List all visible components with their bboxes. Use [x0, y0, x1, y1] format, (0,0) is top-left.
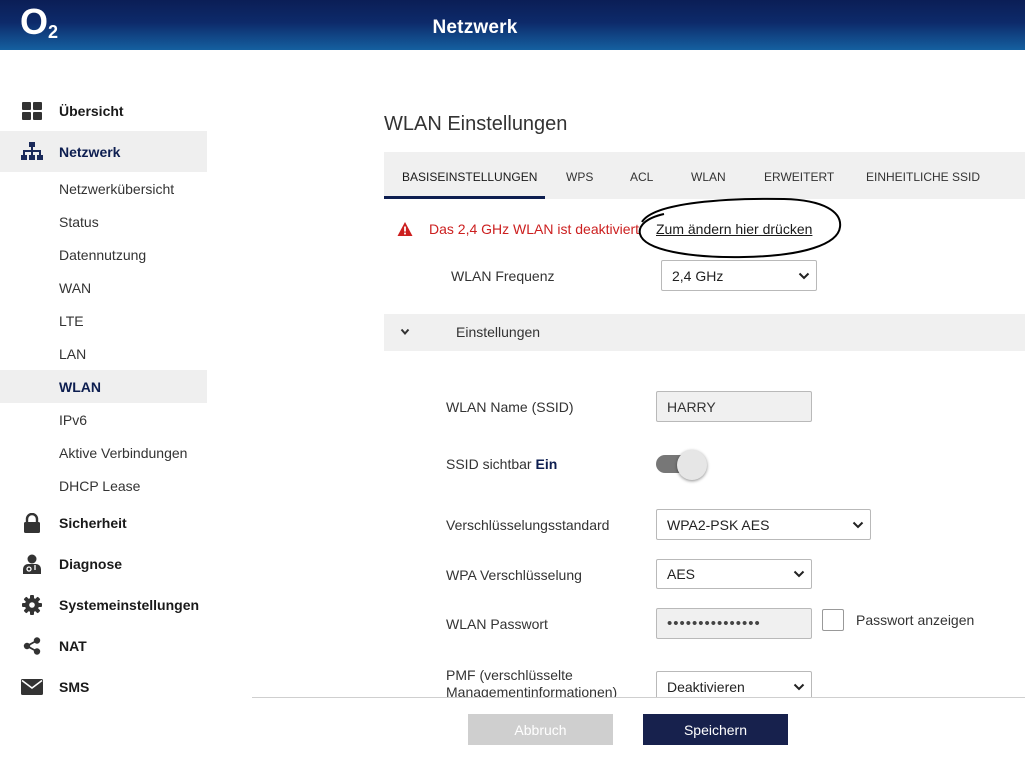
- sidebar-item-label: Übersicht: [59, 102, 124, 119]
- pmf-value: Deaktivieren: [667, 678, 745, 695]
- footer-divider: [252, 697, 1025, 698]
- ssid-visible-label: SSID sichtbar Ein: [446, 456, 558, 472]
- accordion-label: Einstellungen: [456, 324, 541, 340]
- ssid-visible-state: Ein: [535, 456, 558, 472]
- chevron-down-icon: [852, 521, 864, 528]
- frequency-select[interactable]: 2,4 GHz: [661, 260, 817, 291]
- sidebar-item-label: NAT: [59, 637, 87, 654]
- password-input[interactable]: •••••••••••••••: [656, 608, 812, 639]
- sidebar-subitem-datennutzung[interactable]: Datennutzung: [0, 238, 207, 271]
- sidebar-item-nat[interactable]: NAT: [0, 625, 207, 666]
- sidebar-subitem-status[interactable]: Status: [0, 205, 207, 238]
- chevron-down-icon: [793, 683, 805, 690]
- tab-einheitliche-ssid[interactable]: EINHEITLICHE SSID: [866, 152, 980, 199]
- show-password-checkbox[interactable]: [822, 609, 844, 631]
- sidebar-subitem-dhcp-lease[interactable]: DHCP Lease: [0, 469, 207, 502]
- encryption-standard-label: Verschlüsselungsstandard: [446, 517, 610, 533]
- sidebar-item-diagnose[interactable]: Diagnose: [0, 543, 207, 584]
- frequency-value: 2,4 GHz: [672, 267, 724, 284]
- sidebar-subitem-wlan[interactable]: WLAN: [0, 370, 207, 403]
- warning-icon: [397, 222, 413, 236]
- top-header: O2 Netzwerk: [0, 0, 1025, 50]
- tab-wps[interactable]: WPS: [566, 152, 593, 199]
- sidebar-subitem-netzwerkuebersicht[interactable]: Netzwerkübersicht: [0, 172, 207, 205]
- tab-wlan[interactable]: WLAN: [691, 152, 726, 199]
- sidebar-subitem-ipv6[interactable]: IPv6: [0, 403, 207, 436]
- sidebar-subitem-lan[interactable]: LAN: [0, 337, 207, 370]
- wpa-encryption-select[interactable]: AES: [656, 559, 812, 589]
- sidebar: Übersicht Netzwerk Netzwerkübersicht Sta…: [0, 90, 207, 707]
- header-title: Netzwerk: [432, 17, 518, 38]
- save-button[interactable]: Speichern: [643, 714, 788, 745]
- warning-message: Das 2,4 GHz WLAN ist deaktiviert: [429, 221, 640, 237]
- encryption-standard-select[interactable]: WPA2-PSK AES: [656, 509, 871, 540]
- hand-drawn-circle-annotation: [638, 197, 842, 259]
- frequency-label: WLAN Frequenz: [451, 268, 555, 284]
- sidebar-subitem-lte[interactable]: LTE: [0, 304, 207, 337]
- sidebar-item-label: Netzwerk: [59, 143, 121, 160]
- pmf-label: PMF (verschlüsselte Managementinformatio…: [446, 667, 618, 700]
- wpa-encryption-value: AES: [667, 566, 696, 582]
- lock-icon: [21, 512, 43, 534]
- gear-icon: [21, 594, 43, 616]
- wpa-encryption-label: WPA Verschlüsselung: [446, 567, 582, 583]
- cancel-button[interactable]: Abbruch: [468, 714, 613, 745]
- sidebar-item-systemeinstellungen[interactable]: Systemeinstellungen: [0, 584, 207, 625]
- sidebar-item-label: Systemeinstellungen: [59, 596, 200, 613]
- password-label: WLAN Passwort: [446, 616, 548, 632]
- grid-icon: [21, 100, 43, 122]
- page-title: WLAN Einstellungen: [384, 113, 568, 135]
- network-icon: [21, 141, 43, 163]
- sidebar-subitem-aktive-verbindungen[interactable]: Aktive Verbindungen: [0, 436, 207, 469]
- share-icon: [21, 635, 43, 657]
- ssid-input[interactable]: HARRY: [656, 391, 812, 422]
- footer-bar: [252, 698, 1025, 768]
- tab-erweitert[interactable]: ERWEITERT: [764, 152, 834, 199]
- tab-acl[interactable]: ACL: [630, 152, 653, 199]
- tab-bar: BASISEINSTELLUNGEN WPS ACL WLAN ERWEITER…: [384, 152, 1025, 199]
- sidebar-item-sicherheit[interactable]: Sicherheit: [0, 502, 207, 543]
- sidebar-item-label: Sicherheit: [59, 514, 127, 531]
- doctor-icon: [21, 553, 43, 575]
- chevron-down-icon: [798, 272, 810, 279]
- chevron-down-icon: [793, 570, 805, 578]
- chevron-down-icon: [400, 328, 410, 336]
- sidebar-item-label: Diagnose: [59, 555, 123, 572]
- envelope-icon: [21, 676, 43, 698]
- sidebar-item-uebersicht[interactable]: Übersicht: [0, 90, 207, 131]
- sidebar-item-sms[interactable]: SMS: [0, 666, 207, 707]
- toggle-knob[interactable]: [677, 450, 707, 480]
- sidebar-subitem-wan[interactable]: WAN: [0, 271, 207, 304]
- sidebar-item-netzwerk[interactable]: Netzwerk: [0, 131, 207, 172]
- show-password-label: Passwort anzeigen: [856, 612, 975, 628]
- sidebar-item-label: SMS: [59, 678, 90, 695]
- tab-basiseinstellungen[interactable]: BASISEINSTELLUNGEN: [384, 152, 545, 199]
- encryption-standard-value: WPA2-PSK AES: [667, 516, 770, 533]
- ssid-label: WLAN Name (SSID): [446, 399, 574, 415]
- settings-accordion-header[interactable]: Einstellungen: [384, 314, 1025, 351]
